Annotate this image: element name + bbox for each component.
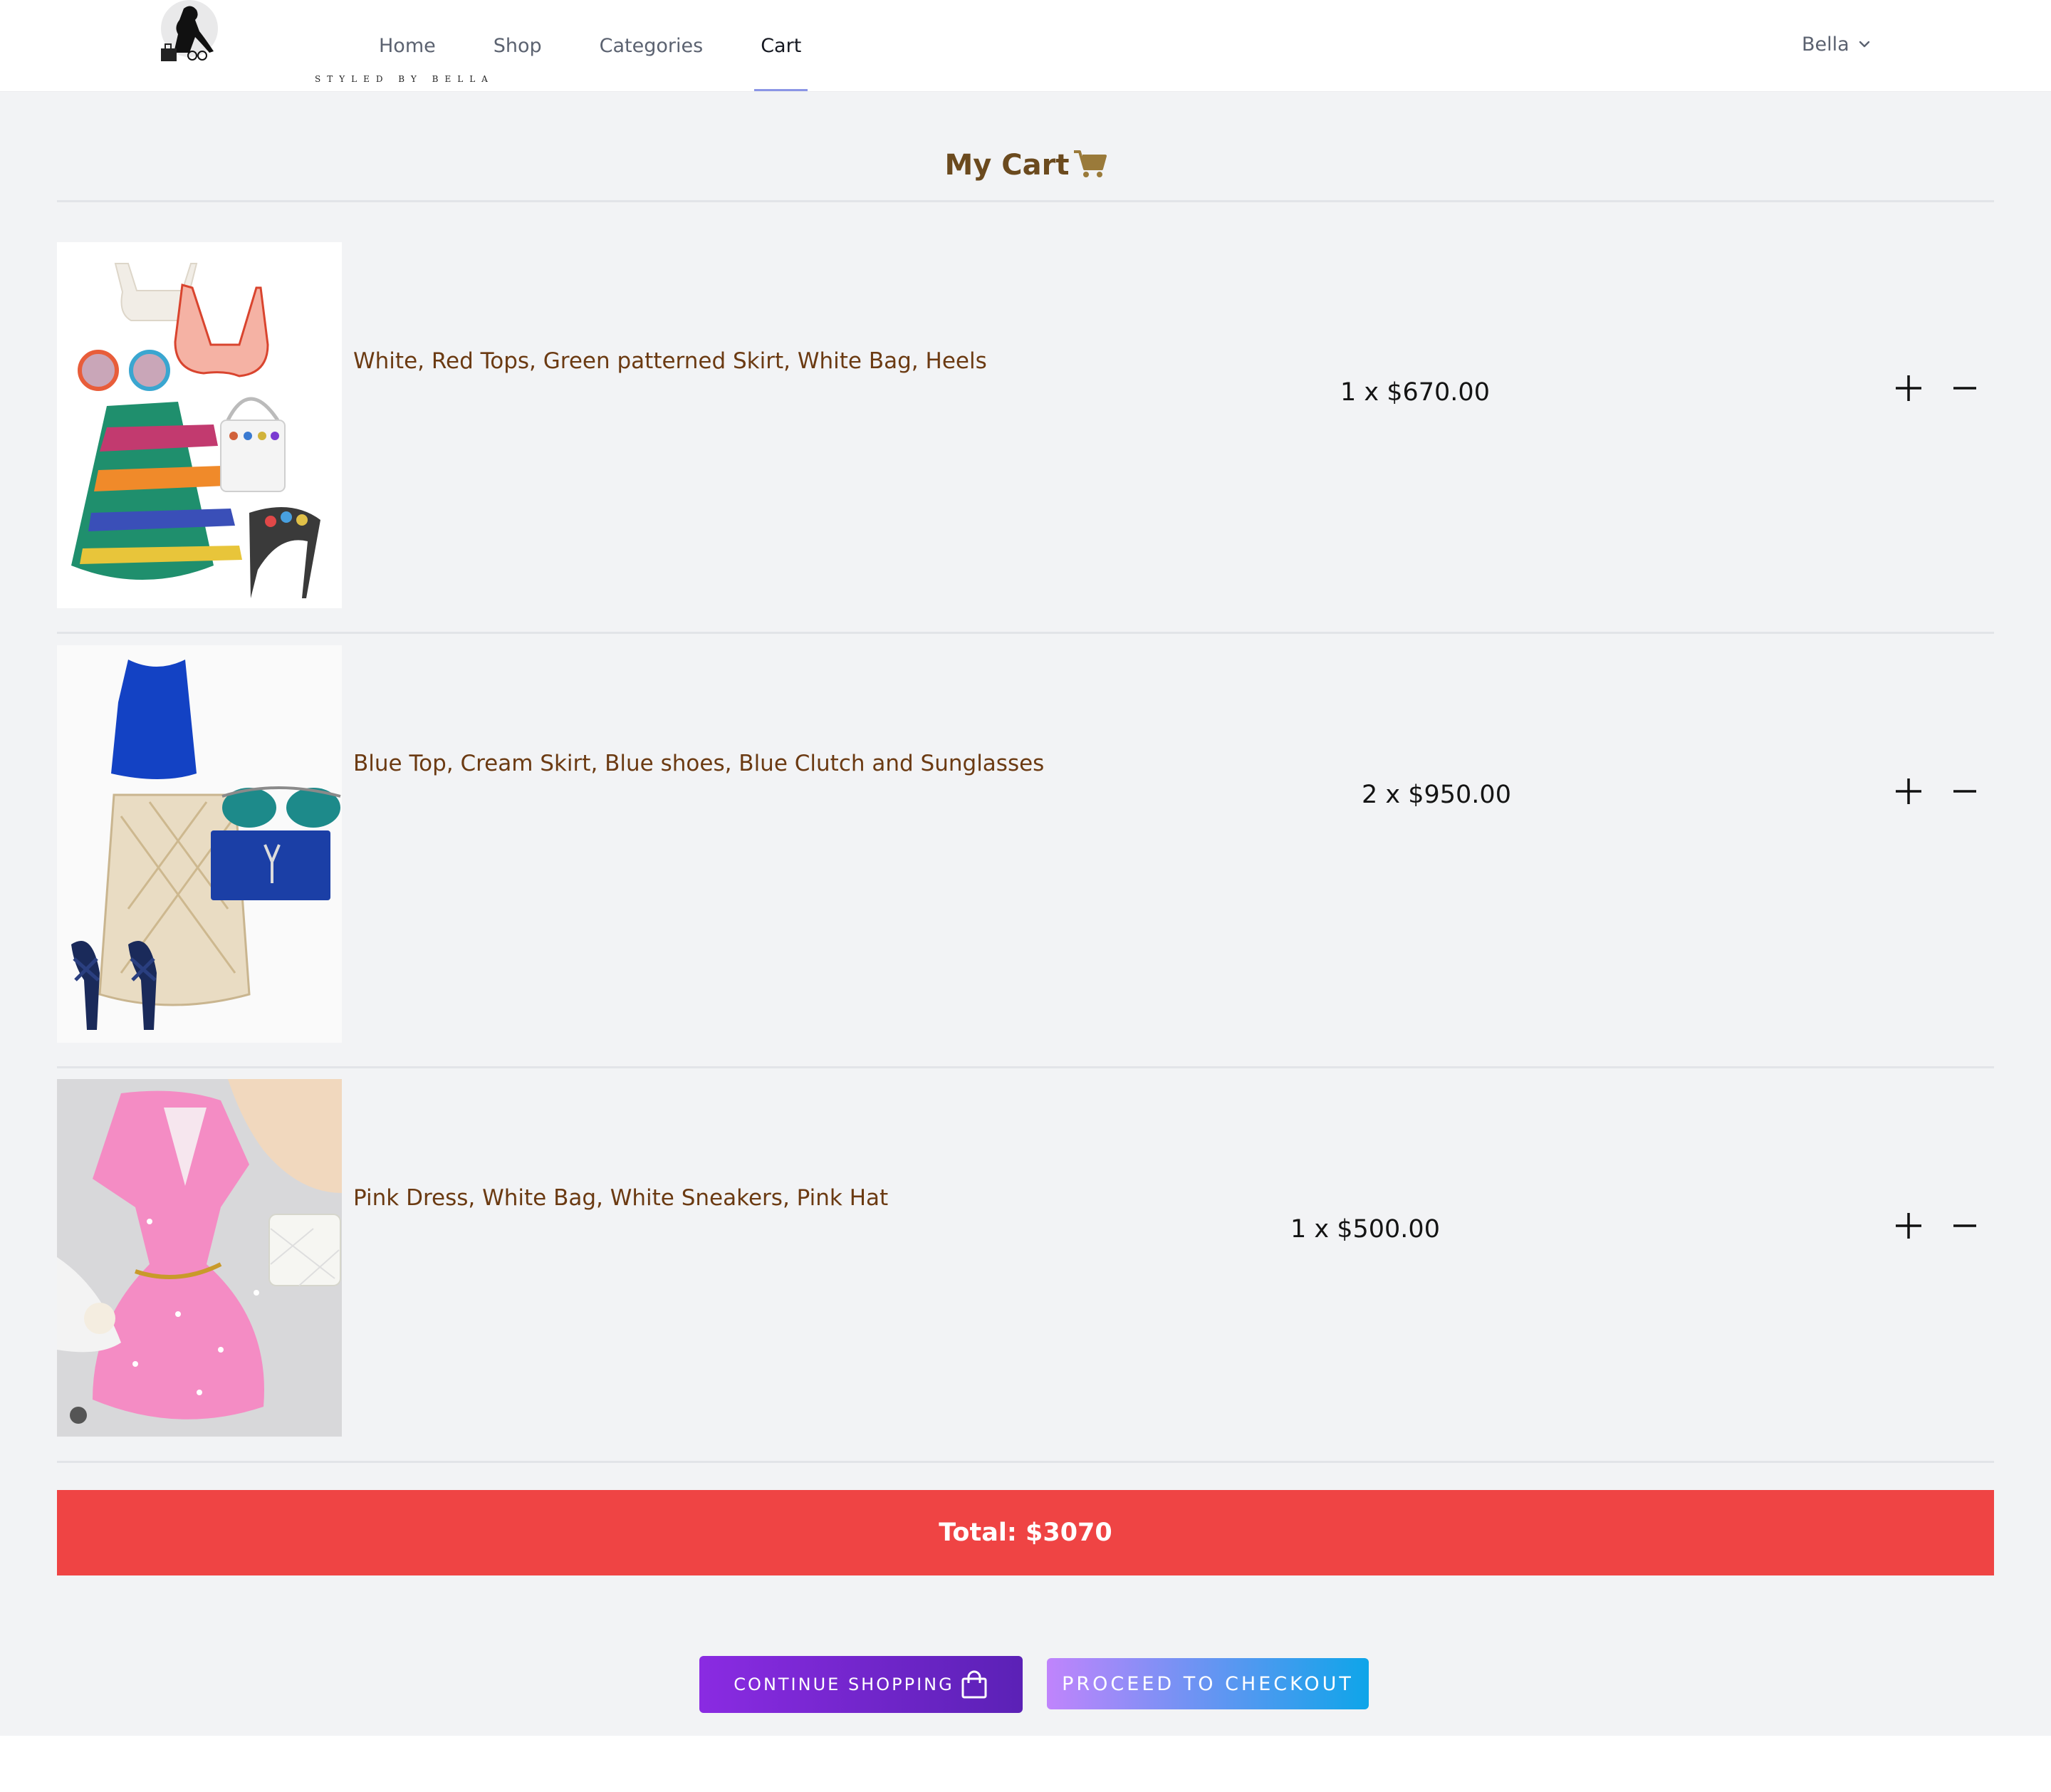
nav-categories[interactable]: Categories xyxy=(600,0,704,91)
nav-cart[interactable]: Cart xyxy=(754,0,808,91)
minus-icon[interactable] xyxy=(1949,776,1980,807)
main-nav: Home Shop Categories Cart xyxy=(379,0,859,91)
item-name[interactable]: Pink Dress, White Bag, White Sneakers, P… xyxy=(353,1185,888,1211)
item-price: 1 x $670.00 xyxy=(1340,378,1490,407)
item-name[interactable]: White, Red Tops, Green patterned Skirt, … xyxy=(353,348,987,374)
divider xyxy=(57,1461,1994,1463)
page-title: My Cart xyxy=(944,149,1070,182)
cart-page: My Cart White, Red Tops, Green patterned… xyxy=(0,92,2051,1736)
plus-icon[interactable] xyxy=(1893,776,1924,807)
continue-shopping-label: CONTINUE SHOPPING xyxy=(734,1674,954,1694)
nav-shop[interactable]: Shop xyxy=(494,0,542,91)
continue-shopping-button[interactable]: CONTINUE SHOPPING xyxy=(699,1656,1023,1713)
divider xyxy=(57,200,1994,202)
item-price: 2 x $950.00 xyxy=(1362,781,1511,809)
user-name: Bella xyxy=(1802,33,1849,56)
chevron-down-icon xyxy=(1859,41,1869,48)
item-name[interactable]: Blue Top, Cream Skirt, Blue shoes, Blue … xyxy=(353,751,1044,776)
outfit-image[interactable] xyxy=(57,645,342,1043)
cart-icon xyxy=(1073,150,1107,177)
item-price: 1 x $500.00 xyxy=(1290,1215,1440,1244)
cart-total: Total: $3070 xyxy=(57,1490,1994,1575)
proceed-to-checkout-button[interactable]: PROCEED TO CHECKOUT xyxy=(1047,1658,1369,1709)
cart-heading: My Cart xyxy=(0,149,2051,182)
divider xyxy=(57,632,1994,634)
shopping-bag-icon xyxy=(961,1670,987,1699)
user-menu[interactable]: Bella xyxy=(1802,28,1871,60)
outfit-image[interactable] xyxy=(57,242,342,608)
outfit-image[interactable] xyxy=(57,1079,342,1437)
top-navbar: STYLED BY BELLA Home Shop Categories Car… xyxy=(0,0,2051,92)
minus-icon[interactable] xyxy=(1949,373,1980,404)
nav-home[interactable]: Home xyxy=(379,0,436,91)
minus-icon[interactable] xyxy=(1949,1210,1980,1241)
plus-icon[interactable] xyxy=(1893,1210,1924,1241)
plus-icon[interactable] xyxy=(1893,373,1924,404)
divider xyxy=(57,1066,1994,1068)
brand-logo[interactable]: STYLED BY BELLA xyxy=(151,0,488,88)
